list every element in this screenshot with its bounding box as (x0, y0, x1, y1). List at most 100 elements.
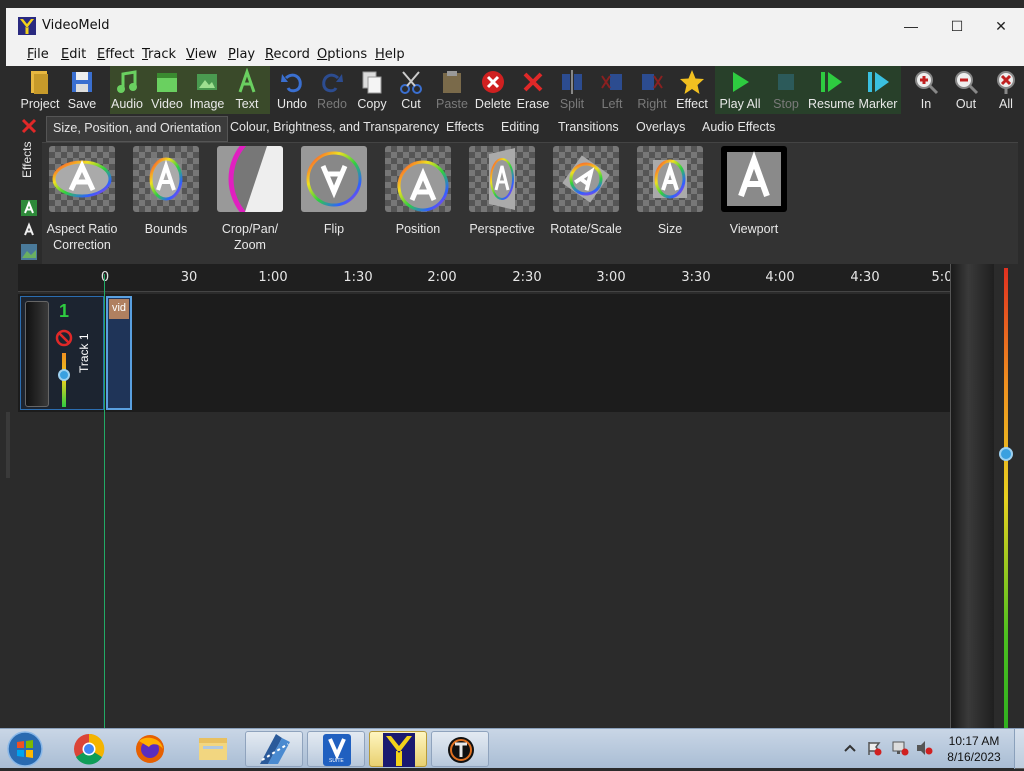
firefox-icon[interactable] (121, 731, 179, 767)
volume-slider-handle[interactable] (58, 369, 70, 381)
trim-left-button[interactable]: Left (595, 66, 629, 116)
track-header[interactable]: 1 Track 1 (20, 296, 104, 410)
system-clock[interactable]: 10:17 AM 8/16/2023 (940, 733, 1008, 765)
zoom-out-button[interactable]: Out (950, 66, 982, 116)
tab-editing[interactable]: Editing (501, 120, 539, 134)
t-app-taskbar[interactable] (431, 731, 489, 767)
network-icon[interactable] (891, 740, 909, 756)
speaker-muted-icon[interactable] (915, 740, 933, 756)
track-name: Track 1 (77, 333, 91, 373)
stop-button[interactable]: Stop (768, 66, 804, 116)
action-center-flag-icon[interactable] (866, 740, 882, 756)
redo-button[interactable]: Redo (313, 66, 351, 116)
menu-options[interactable]: Options (317, 47, 367, 62)
tab-size-position-orientation[interactable]: Size, Position, and Orientation (46, 116, 229, 142)
menu-effect[interactable]: Effect (97, 47, 134, 62)
video-clip[interactable]: vid (106, 296, 132, 410)
text-a-icon (238, 68, 256, 93)
undo-button[interactable]: Undo (273, 66, 311, 116)
delete-button[interactable]: Delete (473, 66, 513, 116)
split-button[interactable]: Split (554, 66, 590, 116)
text-effect-icon[interactable] (21, 200, 37, 216)
tab-colour-brightness-transparency[interactable]: Colour, Brightness, and Transparency (230, 120, 439, 134)
vsuite-taskbar[interactable]: SUITE (307, 731, 365, 767)
zoom-out-icon (955, 71, 979, 95)
tab-overlays[interactable]: Overlays (636, 120, 685, 134)
effect-viewport-label: Viewport (729, 222, 779, 236)
menu-view[interactable]: View (186, 47, 217, 62)
effect-aspect-ratio-correction[interactable]: Aspect Ratio Correction (40, 146, 124, 253)
project-button[interactable]: Project (20, 66, 60, 116)
erase-button[interactable]: Erase (514, 66, 552, 116)
add-text-button[interactable]: Text (228, 66, 266, 116)
clock-date: 8/16/2023 (947, 750, 1001, 764)
effects-grid: Aspect Ratio Correction Bounds Crop/Pan/… (40, 124, 1018, 264)
toolbar: Project Save Audio Video Image Text Undo (18, 66, 1024, 116)
file-explorer-icon[interactable] (184, 731, 242, 767)
maximize-button[interactable]: ☐ (934, 12, 980, 40)
split-icon (562, 70, 582, 94)
bounds-thumb-icon (133, 146, 199, 212)
text-a-small-icon[interactable] (21, 222, 37, 238)
videomeld-taskbar[interactable] (369, 731, 427, 767)
close-button[interactable]: ✕ (978, 12, 1024, 40)
paste-button[interactable]: Paste (432, 66, 472, 116)
image-small-icon[interactable] (21, 244, 37, 260)
menu-file[interactable]: File (27, 47, 49, 62)
effect-rotate-scale[interactable]: Rotate/Scale (544, 146, 628, 237)
clapper-icon (260, 734, 290, 764)
marker-button[interactable]: Marker (856, 66, 900, 116)
effect-flip[interactable]: Flip (292, 146, 376, 237)
menu-bar: File Edit Effect Track View Play Record … (6, 44, 1024, 66)
tab-effects[interactable]: Effects (446, 120, 484, 134)
master-volume-handle[interactable] (999, 447, 1013, 461)
star-icon (680, 70, 704, 94)
menu-record[interactable]: Record (265, 47, 310, 62)
close-effects-icon[interactable] (21, 118, 37, 134)
image-icon (197, 74, 217, 90)
tab-transitions[interactable]: Transitions (558, 120, 619, 134)
effect-size[interactable]: Size (628, 146, 712, 237)
save-button[interactable]: Save (62, 66, 102, 116)
erase-x-icon (523, 72, 543, 92)
show-hidden-icons-icon[interactable] (844, 743, 856, 753)
mute-icon[interactable] (55, 329, 73, 347)
chrome-icon[interactable] (60, 731, 118, 767)
trim-right-button[interactable]: Right (632, 66, 672, 116)
resume-button[interactable]: Resume (808, 66, 855, 116)
tab-audio-effects[interactable]: Audio Effects (702, 120, 775, 134)
effect-bounds[interactable]: Bounds (124, 146, 208, 237)
menu-track[interactable]: Track (142, 47, 176, 62)
rotate-scale-thumb-icon (553, 146, 619, 212)
effect-position[interactable]: Position (376, 146, 460, 237)
effect-perspective[interactable]: Perspective (460, 146, 544, 237)
add-image-button[interactable]: Image (186, 66, 228, 116)
timeline[interactable]: 0 30 1:00 1:30 2:00 2:30 3:00 3:30 4:00 … (18, 264, 952, 728)
add-audio-button[interactable]: Audio (107, 66, 147, 116)
minimize-button[interactable]: — (888, 12, 934, 40)
copy-button[interactable]: Copy (353, 66, 391, 116)
track-row[interactable]: 1 Track 1 vid (18, 294, 950, 412)
clapper-app-taskbar[interactable] (245, 731, 303, 767)
marker-icon (868, 72, 889, 92)
zoom-all-button[interactable]: All (992, 66, 1020, 116)
zoom-in-button[interactable]: In (912, 66, 940, 116)
effect-crop-pan-zoom[interactable]: Crop/Pan/Zoom (208, 124, 338, 253)
ruler-tick: 3:00 (596, 270, 626, 285)
effect-button[interactable]: Effect (672, 66, 712, 116)
copy-pages-icon (362, 71, 382, 94)
flip-thumb-icon (301, 146, 367, 212)
level-meter-bar (1004, 268, 1008, 728)
time-ruler[interactable]: 0 30 1:00 1:30 2:00 2:30 3:00 3:30 4:00 … (18, 264, 952, 292)
menu-help[interactable]: Help (375, 47, 405, 62)
show-desktop-button[interactable] (1014, 729, 1024, 769)
add-video-button[interactable]: Video (147, 66, 187, 116)
windows-start-icon[interactable] (6, 730, 44, 768)
play-all-button[interactable]: Play All (717, 66, 763, 116)
cut-button[interactable]: Cut (395, 66, 427, 116)
clipboard-icon (443, 71, 461, 93)
menu-play[interactable]: Play (228, 47, 255, 62)
effect-viewport[interactable]: Viewport (712, 146, 796, 237)
playhead[interactable] (104, 274, 105, 728)
menu-edit[interactable]: Edit (61, 47, 86, 62)
